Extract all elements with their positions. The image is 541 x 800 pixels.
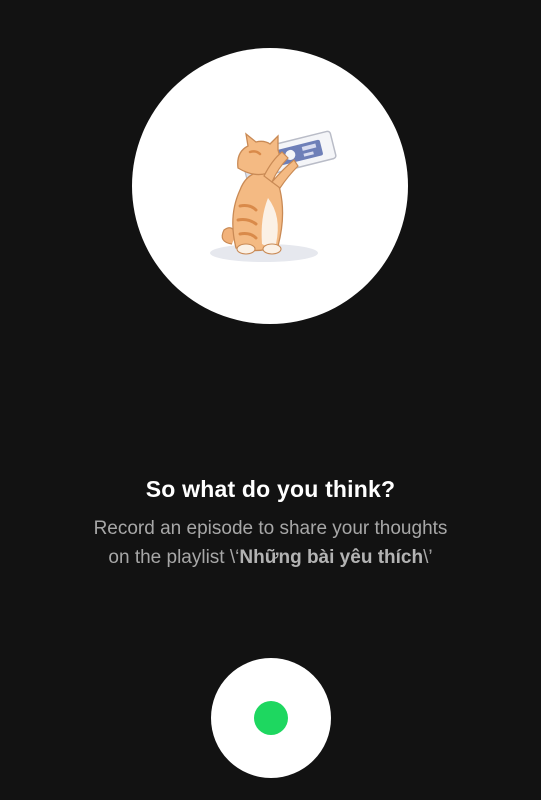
record-dot-icon	[254, 701, 288, 735]
record-episode-screen: So what do you think? Record an episode …	[0, 0, 541, 800]
record-button[interactable]	[211, 658, 331, 778]
playlist-name: Những bài yêu thích	[239, 547, 424, 568]
playlist-artwork	[132, 48, 408, 324]
prompt-description: Record an episode to share your thoughts…	[90, 514, 451, 572]
prompt-title: So what do you think?	[145, 476, 396, 502]
prompt-description-suffix: \’	[423, 547, 433, 568]
cat-illustration	[210, 130, 337, 262]
